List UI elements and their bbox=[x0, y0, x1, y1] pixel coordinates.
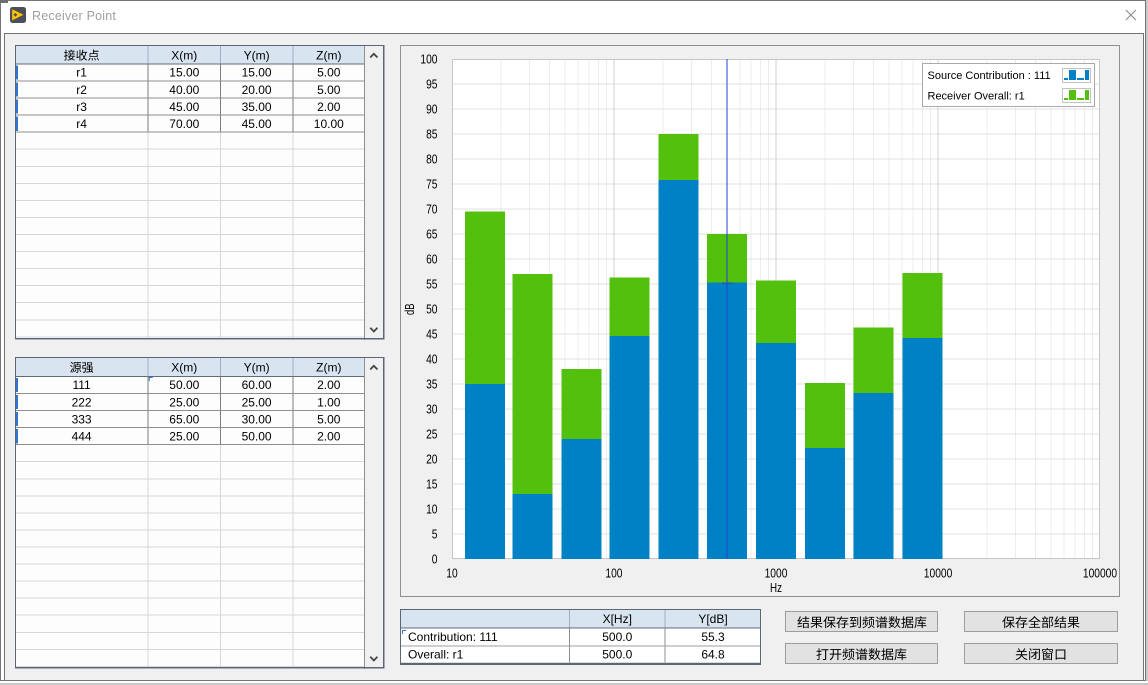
svg-text:25.00: 25.00 bbox=[169, 395, 199, 409]
svg-text:Y(m): Y(m) bbox=[244, 361, 270, 375]
svg-text:10: 10 bbox=[426, 502, 437, 517]
svg-text:r3: r3 bbox=[76, 100, 87, 114]
svg-text:55: 55 bbox=[426, 277, 437, 292]
svg-text:100: 100 bbox=[420, 52, 437, 67]
svg-text:r1: r1 bbox=[76, 66, 87, 80]
svg-text:15.00: 15.00 bbox=[242, 66, 272, 80]
svg-text:45.00: 45.00 bbox=[169, 100, 199, 114]
svg-text:Overall: r1: Overall: r1 bbox=[408, 648, 464, 662]
svg-text:10: 10 bbox=[446, 566, 457, 581]
svg-text:55.3: 55.3 bbox=[701, 630, 725, 644]
svg-text:Contribution: 111: Contribution: 111 bbox=[408, 630, 498, 644]
svg-text:20: 20 bbox=[426, 452, 437, 467]
svg-text:100: 100 bbox=[605, 566, 622, 581]
svg-text:45: 45 bbox=[426, 327, 437, 342]
svg-text:40.00: 40.00 bbox=[169, 83, 199, 97]
svg-text:dB: dB bbox=[402, 304, 417, 316]
svg-text:r2: r2 bbox=[76, 83, 87, 97]
svg-text:444: 444 bbox=[72, 429, 92, 443]
svg-text:40: 40 bbox=[426, 352, 437, 367]
svg-text:500.0: 500.0 bbox=[602, 648, 632, 662]
svg-text:Hz: Hz bbox=[770, 580, 782, 595]
svg-text:Z(m): Z(m) bbox=[316, 361, 341, 375]
svg-text:50.00: 50.00 bbox=[169, 378, 199, 392]
svg-text:25.00: 25.00 bbox=[169, 429, 199, 443]
svg-text:Source Contribution : 111: Source Contribution : 111 bbox=[928, 70, 1051, 82]
svg-text:25: 25 bbox=[426, 427, 437, 442]
svg-text:5.00: 5.00 bbox=[317, 412, 341, 426]
svg-text:60: 60 bbox=[426, 252, 437, 267]
svg-text:Y[dB]: Y[dB] bbox=[698, 612, 727, 626]
svg-text:2.00: 2.00 bbox=[317, 100, 341, 114]
svg-text:0: 0 bbox=[432, 552, 438, 567]
svg-text:95: 95 bbox=[426, 77, 437, 92]
svg-text:222: 222 bbox=[72, 395, 92, 409]
svg-text:r4: r4 bbox=[76, 117, 87, 131]
svg-text:70.00: 70.00 bbox=[169, 117, 199, 131]
svg-text:100000: 100000 bbox=[1083, 566, 1117, 581]
svg-text:1.00: 1.00 bbox=[317, 395, 341, 409]
svg-text:30: 30 bbox=[426, 402, 437, 417]
svg-text:65.00: 65.00 bbox=[169, 412, 199, 426]
svg-text:35.00: 35.00 bbox=[242, 100, 272, 114]
svg-text:15.00: 15.00 bbox=[169, 66, 199, 80]
svg-text:X[Hz]: X[Hz] bbox=[603, 612, 632, 626]
svg-text:75: 75 bbox=[426, 177, 437, 192]
svg-text:10000: 10000 bbox=[924, 566, 953, 581]
svg-text:X(m): X(m) bbox=[171, 48, 197, 62]
svg-text:2.00: 2.00 bbox=[317, 429, 341, 443]
svg-text:2.00: 2.00 bbox=[317, 378, 341, 392]
svg-text:5.00: 5.00 bbox=[317, 66, 341, 80]
svg-text:500.0: 500.0 bbox=[602, 630, 632, 644]
svg-text:30.00: 30.00 bbox=[242, 412, 272, 426]
svg-text:80: 80 bbox=[426, 152, 437, 167]
svg-text:Z(m): Z(m) bbox=[316, 48, 341, 62]
svg-text:5.00: 5.00 bbox=[317, 83, 341, 97]
svg-text:35: 35 bbox=[426, 377, 437, 392]
svg-text:50.00: 50.00 bbox=[242, 429, 272, 443]
svg-text:5: 5 bbox=[432, 527, 438, 542]
svg-text:25.00: 25.00 bbox=[242, 395, 272, 409]
svg-text:333: 333 bbox=[72, 412, 92, 426]
svg-text:60.00: 60.00 bbox=[242, 378, 272, 392]
svg-text:Receiver Overall: r1: Receiver Overall: r1 bbox=[928, 91, 1025, 103]
svg-text:70: 70 bbox=[426, 202, 437, 217]
svg-text:64.8: 64.8 bbox=[701, 648, 725, 662]
svg-text:1000: 1000 bbox=[765, 566, 788, 581]
svg-text:20.00: 20.00 bbox=[242, 83, 272, 97]
svg-text:85: 85 bbox=[426, 127, 437, 142]
svg-text:45.00: 45.00 bbox=[242, 117, 272, 131]
svg-text:X(m): X(m) bbox=[171, 361, 197, 375]
svg-text:111: 111 bbox=[72, 378, 91, 392]
svg-text:90: 90 bbox=[426, 102, 437, 117]
svg-text:50: 50 bbox=[426, 302, 437, 317]
svg-text:65: 65 bbox=[426, 227, 437, 242]
svg-text:10.00: 10.00 bbox=[314, 117, 344, 131]
svg-text:Y(m): Y(m) bbox=[244, 48, 270, 62]
svg-text:15: 15 bbox=[426, 477, 437, 492]
